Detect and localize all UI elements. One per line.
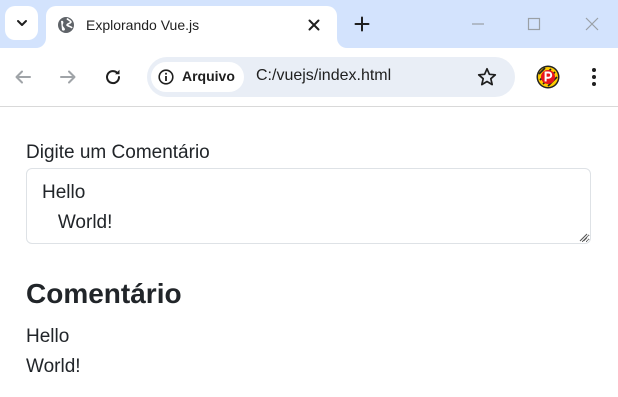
kebab-menu-icon bbox=[592, 68, 596, 86]
site-chip-label: Arquivo bbox=[182, 68, 235, 84]
maximize-icon bbox=[527, 17, 541, 31]
browser-toolbar: Arquivo C:/vuejs/index.html bbox=[0, 48, 618, 107]
minimize-icon bbox=[472, 23, 484, 25]
section-title: Comentário bbox=[26, 278, 182, 309]
back-button[interactable] bbox=[11, 65, 35, 89]
forward-button[interactable] bbox=[56, 65, 80, 89]
close-icon bbox=[585, 17, 599, 31]
close-icon bbox=[308, 19, 320, 31]
arrow-right-icon bbox=[60, 70, 76, 84]
comment-output: Hello World! bbox=[26, 326, 81, 377]
extension-icon bbox=[536, 65, 560, 89]
star-icon bbox=[477, 67, 497, 86]
info-icon bbox=[158, 69, 174, 85]
bookmark-button[interactable] bbox=[475, 65, 499, 89]
plus-icon bbox=[354, 16, 370, 32]
resize-handle-icon[interactable] bbox=[578, 232, 588, 242]
url-text[interactable]: C:/vuejs/index.html bbox=[256, 67, 391, 85]
reload-button[interactable] bbox=[101, 65, 125, 89]
tab-search-button[interactable] bbox=[5, 6, 38, 40]
globe-icon bbox=[58, 17, 74, 33]
extension-button[interactable] bbox=[536, 65, 560, 89]
reload-icon bbox=[106, 69, 121, 85]
arrow-left-icon bbox=[15, 70, 31, 84]
new-tab-button[interactable] bbox=[350, 12, 374, 36]
tab-title: Explorando Vue.js bbox=[86, 17, 200, 33]
active-tab[interactable]: Explorando Vue.js bbox=[46, 6, 337, 48]
close-window-button[interactable] bbox=[580, 12, 604, 36]
minimize-button[interactable] bbox=[466, 12, 490, 36]
chevron-down-icon bbox=[16, 20, 27, 26]
address-bar[interactable]: Arquivo C:/vuejs/index.html bbox=[147, 57, 515, 97]
tab-close-button[interactable] bbox=[304, 15, 324, 35]
maximize-button[interactable] bbox=[522, 12, 546, 36]
comment-field-label: Digite um Comentário bbox=[26, 142, 210, 163]
comment-textarea[interactable] bbox=[26, 168, 591, 244]
browser-menu-button[interactable] bbox=[582, 65, 606, 89]
site-info-chip[interactable]: Arquivo bbox=[151, 62, 244, 92]
tab-strip: Explorando Vue.js bbox=[0, 0, 618, 48]
